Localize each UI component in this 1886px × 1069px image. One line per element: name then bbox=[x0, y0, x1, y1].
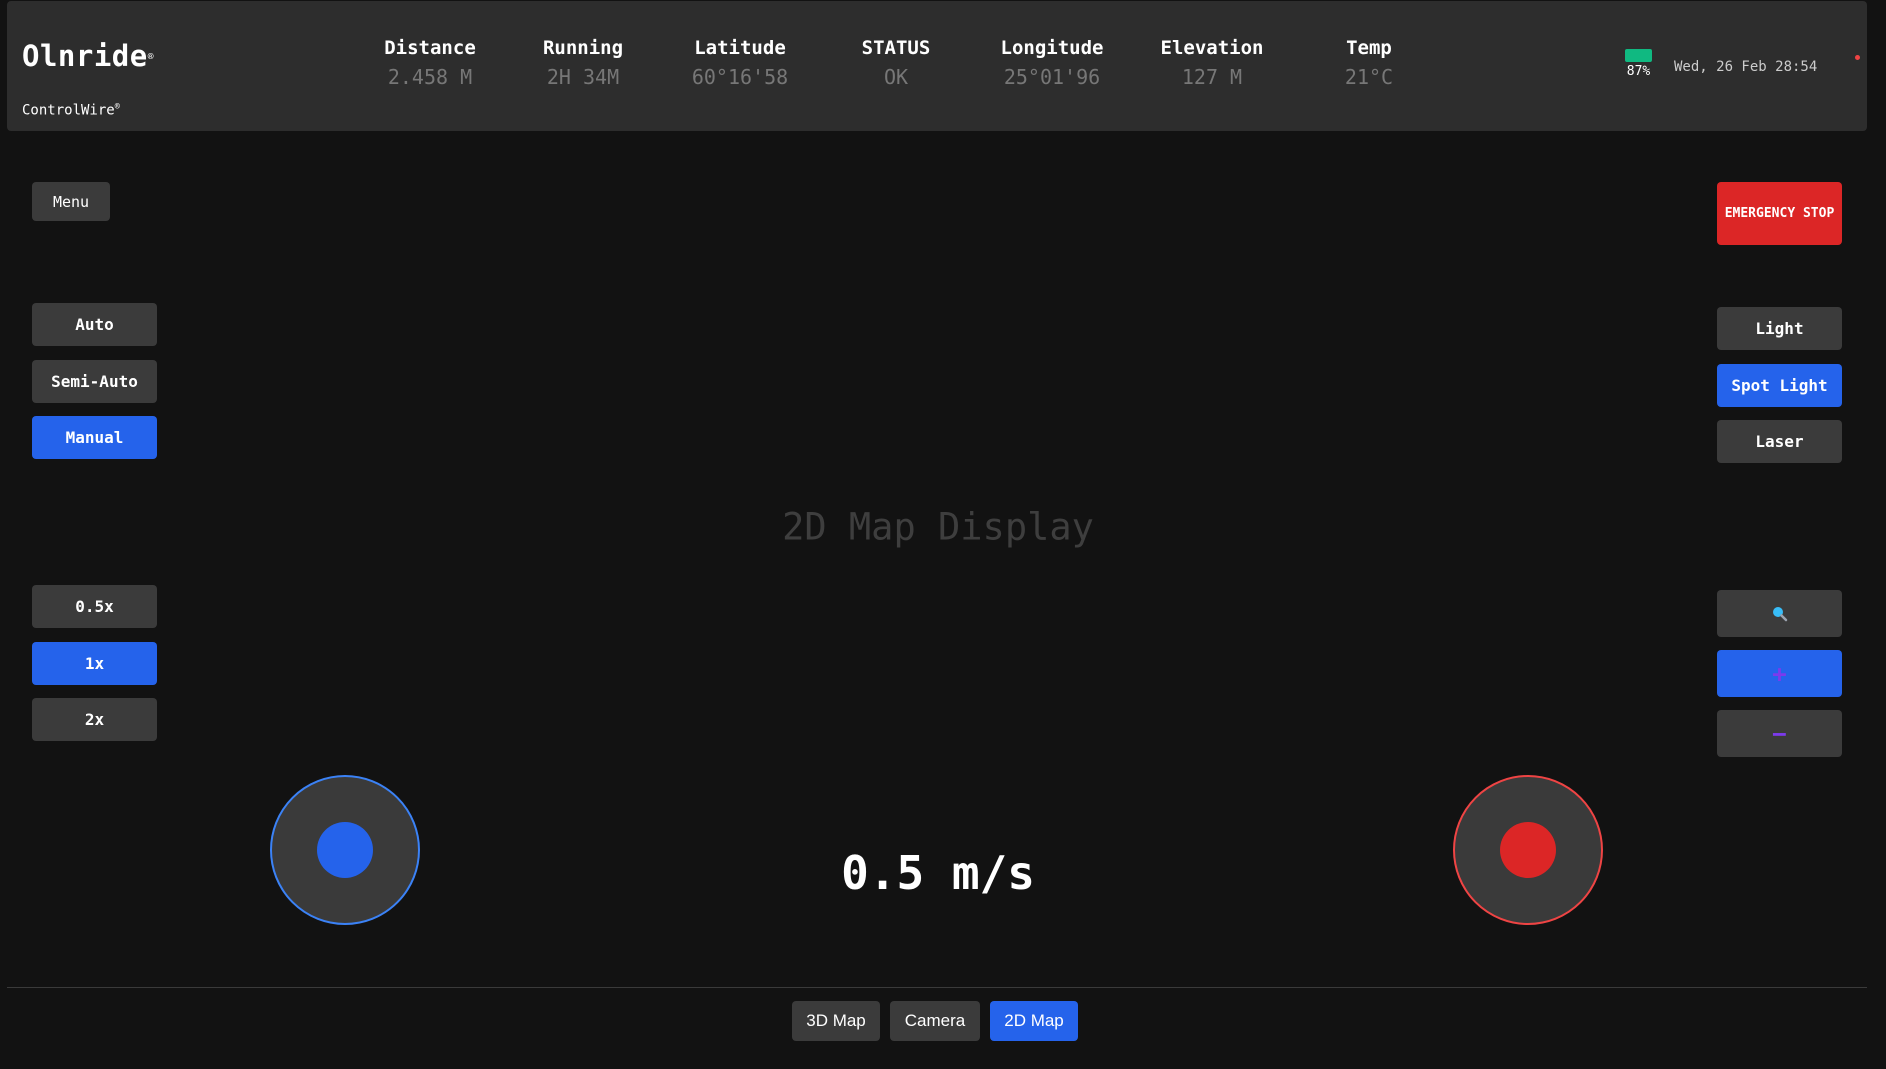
zoom-search-button[interactable] bbox=[1717, 590, 1842, 637]
tab-3d-map[interactable]: 3D Map bbox=[792, 1001, 880, 1041]
speed-readout: 0.5 m/s bbox=[841, 846, 1035, 900]
menu-button[interactable]: Menu bbox=[32, 182, 110, 221]
stat-value: 2.458 M bbox=[387, 65, 473, 89]
bottom-divider bbox=[7, 987, 1867, 988]
stat-longitude: Longitude 25°01'96 bbox=[1001, 37, 1104, 89]
battery-icon bbox=[1625, 49, 1652, 62]
zoom-out-button[interactable]: − bbox=[1717, 710, 1842, 757]
right-joystick[interactable] bbox=[1453, 775, 1603, 925]
tab-2d-map[interactable]: 2D Map bbox=[990, 1001, 1078, 1041]
emergency-stop-button[interactable]: EMERGENCY STOP bbox=[1717, 182, 1842, 245]
left-joystick[interactable] bbox=[270, 775, 420, 925]
mode-auto-button[interactable]: Auto bbox=[32, 303, 157, 346]
brand-registered-mark: ® bbox=[147, 51, 154, 63]
spot-light-button[interactable]: Spot Light bbox=[1717, 364, 1842, 407]
brand-name: Olnride bbox=[22, 39, 148, 73]
stat-label: Running bbox=[542, 37, 624, 59]
stat-value: 2H 34M bbox=[546, 65, 620, 89]
stat-temp: Temp 21°C bbox=[1345, 37, 1393, 89]
top-status-bar: Olnride® ControlWire® Distance 2.458 M R… bbox=[7, 1, 1867, 131]
laser-button[interactable]: Laser bbox=[1717, 420, 1842, 463]
zoom-in-button[interactable]: + bbox=[1717, 650, 1842, 697]
speed-2x-button[interactable]: 2x bbox=[32, 698, 157, 741]
stat-label: Longitude bbox=[1000, 37, 1104, 59]
stat-distance: Distance 2.458 M bbox=[384, 37, 476, 89]
brand-logo: Olnride® bbox=[22, 39, 154, 73]
mode-semi-auto-button[interactable]: Semi-Auto bbox=[32, 360, 157, 403]
stat-label: Distance bbox=[384, 37, 476, 59]
stat-label: Latitude bbox=[694, 37, 786, 59]
tab-camera[interactable]: Camera bbox=[890, 1001, 980, 1041]
subbrand: ControlWire® bbox=[22, 101, 120, 119]
subbrand-name: ControlWire bbox=[22, 102, 115, 119]
subbrand-registered-mark: ® bbox=[114, 101, 120, 111]
stat-value: OK bbox=[883, 65, 909, 89]
stat-latitude: Latitude 60°16'58 bbox=[692, 37, 788, 89]
stat-label: Temp bbox=[1346, 37, 1392, 59]
minus-icon: − bbox=[1772, 719, 1787, 748]
battery-indicator: 87% bbox=[1625, 49, 1652, 79]
datetime: Wed, 26 Feb 28:54 bbox=[1674, 59, 1818, 75]
speed-1x-button[interactable]: 1x bbox=[32, 642, 157, 685]
light-button[interactable]: Light bbox=[1717, 307, 1842, 350]
stat-label: STATUS bbox=[861, 37, 931, 59]
stat-running: Running 2H 34M bbox=[543, 37, 623, 89]
speed-0-5x-button[interactable]: 0.5x bbox=[32, 585, 157, 628]
magnifier-icon bbox=[1772, 606, 1787, 621]
stat-value: 127 M bbox=[1181, 65, 1243, 89]
plus-icon: + bbox=[1772, 659, 1787, 688]
left-joystick-knob[interactable] bbox=[317, 822, 373, 878]
map-placeholder: 2D Map Display bbox=[782, 505, 1094, 549]
recording-dot-icon bbox=[1855, 55, 1860, 60]
stat-value: 60°16'58 bbox=[691, 65, 789, 89]
stat-label: Elevation bbox=[1160, 37, 1264, 59]
stat-value: 25°01'96 bbox=[1003, 65, 1101, 89]
battery-percent: 87% bbox=[1626, 64, 1651, 79]
right-joystick-knob[interactable] bbox=[1500, 822, 1556, 878]
stat-value: 21°C bbox=[1344, 65, 1394, 89]
stat-status: STATUS OK bbox=[862, 37, 931, 89]
mode-manual-button[interactable]: Manual bbox=[32, 416, 157, 459]
stat-elevation: Elevation 127 M bbox=[1161, 37, 1264, 89]
